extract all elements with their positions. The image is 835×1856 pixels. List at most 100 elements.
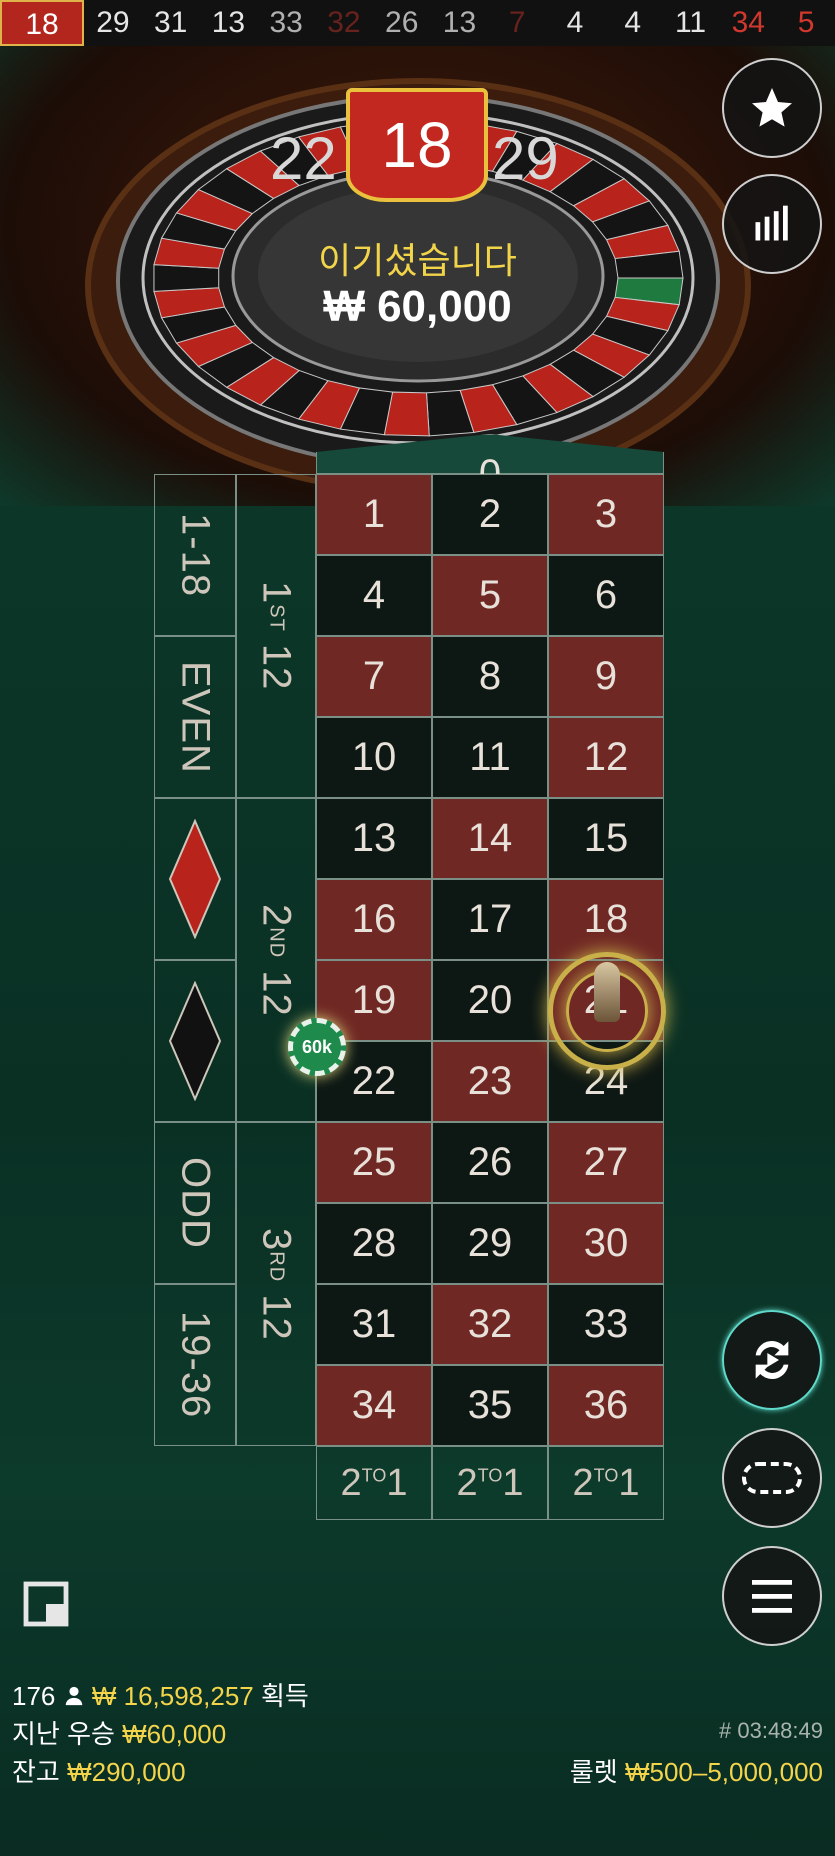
win-amount: ₩ 60,000 <box>323 282 512 331</box>
bet-limits: ₩500–5,000,000 <box>624 1757 823 1787</box>
history-number: 33 <box>269 6 303 39</box>
low-bet[interactable]: 1-18 <box>154 474 236 636</box>
history-number: 4 <box>566 6 584 39</box>
number-cell-10[interactable]: 10 <box>316 717 432 798</box>
player-icon <box>65 1686 82 1706</box>
number-cell-16[interactable]: 16 <box>316 879 432 960</box>
number-cell-6[interactable]: 6 <box>548 555 664 636</box>
red-bet[interactable] <box>154 798 236 960</box>
favorite-button[interactable] <box>722 58 822 158</box>
low-bet-label: 1-18 <box>173 512 218 598</box>
number-cell-4[interactable]: 4 <box>316 555 432 636</box>
number-cell-31[interactable]: 31 <box>316 1284 432 1365</box>
star-icon <box>752 88 792 127</box>
limits-row[interactable]: 룰렛 ₩500–5,000,000 <box>570 1752 823 1789</box>
number-cell-34[interactable]: 34 <box>316 1365 432 1446</box>
column-bet-label: 2TO1 <box>340 1461 408 1504</box>
last-win-label: 지난 우승 <box>12 1719 115 1749</box>
repeat-icon <box>755 1340 789 1380</box>
last-win-row: 지난 우승 ₩60,000 <box>12 1714 226 1751</box>
red-diamond-icon <box>168 819 222 939</box>
history-number: 29 <box>96 6 130 39</box>
history-number: 34 <box>731 6 765 39</box>
history-number: 32 <box>327 6 361 39</box>
black-bet[interactable] <box>154 960 236 1122</box>
stats-icon <box>755 205 788 241</box>
winning-number-badge: 18 <box>346 88 488 202</box>
column-bet-3[interactable]: 2TO1 <box>548 1446 664 1520</box>
rebet-button[interactable] <box>722 1310 822 1410</box>
history-number: 5 <box>797 6 815 39</box>
number-cell-15[interactable]: 15 <box>548 798 664 879</box>
column-bet-2[interactable]: 2TO1 <box>432 1446 548 1520</box>
players-and-winnings: 176 ₩ 16,598,257 획득 <box>12 1676 309 1713</box>
number-cell-17[interactable]: 17 <box>432 879 548 960</box>
column-bet-1[interactable]: 2TO1 <box>316 1446 432 1520</box>
even-bet-label: EVEN <box>173 660 218 774</box>
odd-bet[interactable]: ODD <box>154 1122 236 1284</box>
round-id: # 03:48:49 <box>719 1718 823 1743</box>
number-cell-28[interactable]: 28 <box>316 1203 432 1284</box>
number-cell-7[interactable]: 7 <box>316 636 432 717</box>
racetrack-button[interactable] <box>722 1428 822 1528</box>
history-number: 18 <box>0 0 84 46</box>
balance-row: 잔고 ₩290,000 <box>12 1752 186 1789</box>
number-cell-20[interactable]: 20 <box>432 960 548 1041</box>
number-cell-26[interactable]: 26 <box>432 1122 548 1203</box>
number-cell-36[interactable]: 36 <box>548 1365 664 1446</box>
number-cell-8[interactable]: 8 <box>432 636 548 717</box>
history-number: 11 <box>674 6 707 39</box>
column-bet-label: 2TO1 <box>572 1461 640 1504</box>
picture-in-picture-icon <box>23 1581 69 1627</box>
winning-number: 18 <box>381 109 453 181</box>
total-winnings: ₩ 16,598,257 <box>91 1681 254 1711</box>
history-number: 4 <box>624 6 642 39</box>
dolly-marker <box>594 962 620 1022</box>
win-message: 이기셨습니다 <box>318 240 517 281</box>
number-cell-13[interactable]: 13 <box>316 798 432 879</box>
number-cell-32[interactable]: 32 <box>432 1284 548 1365</box>
menu-button[interactable] <box>722 1546 822 1646</box>
menu-icon <box>752 1580 792 1613</box>
odd-bet-label: ODD <box>173 1157 218 1249</box>
history-number: 7 <box>508 6 526 39</box>
player-count: 176 <box>12 1681 56 1711</box>
number-cell-14[interactable]: 14 <box>432 798 548 879</box>
high-bet[interactable]: 19-36 <box>154 1284 236 1446</box>
column-bet-label: 2TO1 <box>456 1461 524 1504</box>
history-strip: 18 29 31 13 33 32 26 13 7 4 4 11 34 5 <box>0 0 835 46</box>
even-bet[interactable]: EVEN <box>154 636 236 798</box>
number-cell-33[interactable]: 33 <box>548 1284 664 1365</box>
dozen-bet-1[interactable]: 1ST 12 <box>236 474 316 798</box>
number-cell-1[interactable]: 1 <box>316 474 432 555</box>
number-cell-3[interactable]: 3 <box>548 474 664 555</box>
previous-pocket-number: 22 <box>270 125 337 192</box>
number-cell-9[interactable]: 9 <box>548 636 664 717</box>
dozen-label: 1ST 12 <box>254 581 299 691</box>
statistics-button[interactable] <box>722 174 822 274</box>
history-number: 13 <box>211 6 246 39</box>
next-pocket-number: 29 <box>492 125 559 192</box>
history-number: 13 <box>442 6 477 39</box>
chip-label: 60k <box>301 1036 333 1057</box>
dozen-bet-3[interactable]: 3RD 12 <box>236 1122 316 1446</box>
number-cell-25[interactable]: 25 <box>316 1122 432 1203</box>
game-label: 룰렛 <box>569 1757 618 1787</box>
number-cell-12[interactable]: 12 <box>548 717 664 798</box>
bet-chip[interactable]: 60k <box>288 1018 346 1076</box>
number-cell-2[interactable]: 2 <box>432 474 548 555</box>
history-number: 26 <box>385 6 419 39</box>
balance-value: ₩290,000 <box>67 1757 186 1787</box>
number-cell-5[interactable]: 5 <box>432 555 548 636</box>
number-cell-11[interactable]: 11 <box>432 717 548 798</box>
last-win-value: ₩60,000 <box>122 1719 227 1749</box>
number-cell-27[interactable]: 27 <box>548 1122 664 1203</box>
dozen-label: 3RD 12 <box>254 1227 299 1341</box>
number-cell-18[interactable]: 18 <box>548 879 664 960</box>
balance-label: 잔고 <box>12 1757 60 1787</box>
picture-in-picture-button[interactable] <box>22 1580 70 1633</box>
number-cell-30[interactable]: 30 <box>548 1203 664 1284</box>
number-cell-35[interactable]: 35 <box>432 1365 548 1446</box>
number-cell-23[interactable]: 23 <box>432 1041 548 1122</box>
number-cell-29[interactable]: 29 <box>432 1203 548 1284</box>
